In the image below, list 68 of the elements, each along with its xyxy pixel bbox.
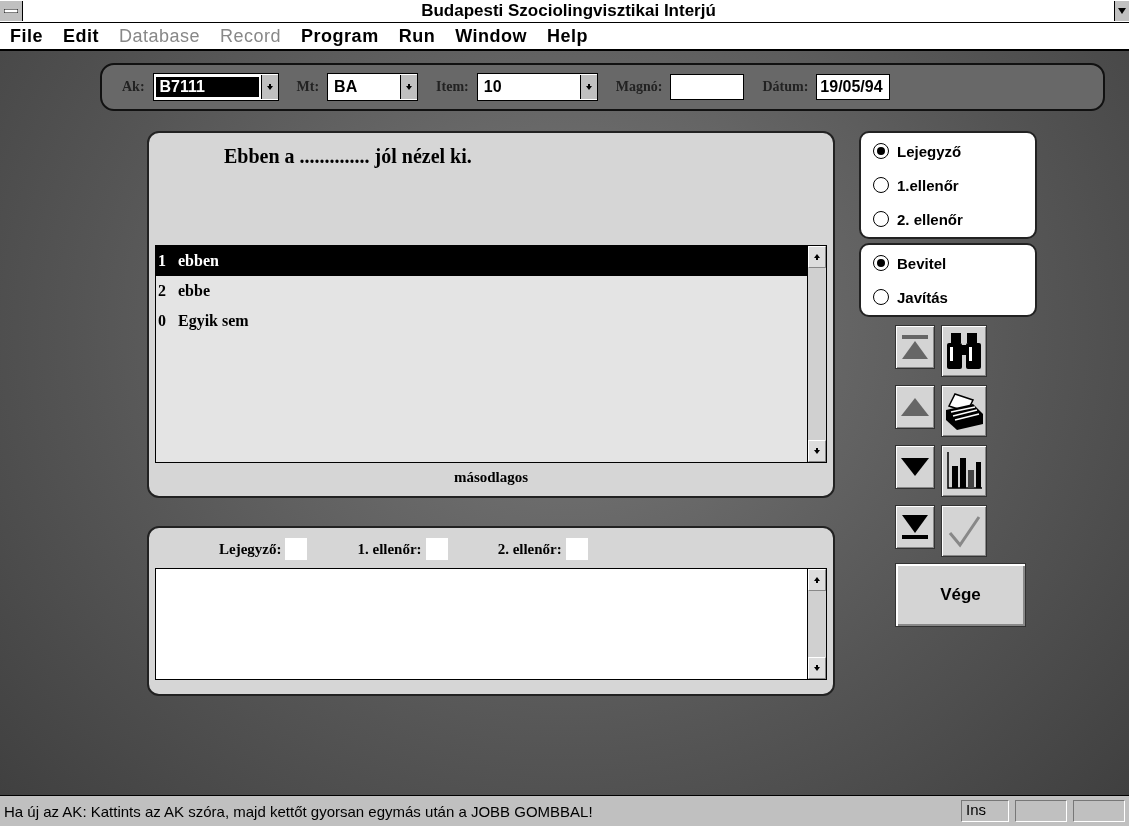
menu-item[interactable]: Window	[455, 25, 527, 47]
arrow-down-icon	[265, 83, 274, 91]
dropdown[interactable]: 10	[476, 73, 598, 101]
first-record-icon	[900, 333, 930, 361]
input-field[interactable]	[670, 74, 745, 100]
triangle-down-icon	[900, 457, 930, 477]
arrow-down-icon	[405, 83, 414, 91]
radio-option[interactable]: 1.ellenőr	[873, 173, 1023, 197]
menu-item[interactable]: File	[10, 25, 43, 47]
list-caption: másodlagos	[452, 468, 530, 487]
window-title: Budapesti Szociolingvisztikai Interjú	[420, 1, 717, 21]
status-panel	[1073, 800, 1125, 822]
triangle-down-icon	[1117, 7, 1127, 15]
scroll-up-button[interactable]	[808, 246, 826, 268]
question-text: Ebben a .............. jól nézel ki.	[223, 144, 473, 170]
notes-field[interactable]	[155, 568, 827, 680]
radio-option[interactable]: Javítás	[873, 285, 1023, 309]
field-label: Mt:	[296, 79, 320, 95]
menu-item[interactable]: Edit	[63, 25, 99, 47]
arrow-down-icon	[813, 664, 821, 672]
radio-option[interactable]: Lejegyző	[873, 139, 1023, 163]
arrow-up-icon	[813, 253, 821, 261]
reviewer-field[interactable]	[565, 538, 588, 560]
field-label: Dátum:	[762, 79, 809, 95]
tool-button[interactable]	[941, 325, 987, 377]
tool-button[interactable]	[895, 445, 935, 489]
system-menu-button[interactable]	[0, 1, 23, 21]
arrow-down-icon	[584, 83, 593, 91]
card-file-icon	[943, 390, 985, 432]
answer-item[interactable]: 1 ebben	[156, 246, 807, 276]
last-record-icon	[900, 513, 930, 541]
arrow-up-icon	[813, 576, 821, 584]
menu-item[interactable]: Program	[301, 25, 379, 47]
answer-item[interactable]: 2 ebbe	[156, 276, 807, 306]
radio-option[interactable]: Bevitel	[873, 251, 1023, 275]
status-panel	[1015, 800, 1067, 822]
field-label: Ak:	[122, 79, 145, 95]
field-label: Magnó:	[615, 79, 663, 95]
reviewer-field[interactable]	[285, 538, 308, 560]
arrow-down-icon	[813, 447, 821, 455]
tool-button[interactable]	[895, 505, 935, 549]
field-label: Item:	[436, 79, 469, 95]
bar-icon	[4, 9, 18, 13]
binoculars-icon	[945, 331, 983, 371]
scroll-down-button[interactable]	[808, 657, 826, 679]
bar-chart-icon	[944, 450, 984, 492]
triangle-up-icon	[900, 397, 930, 417]
dropdown[interactable]: BA	[327, 73, 419, 101]
minimize-button[interactable]	[1114, 1, 1129, 21]
menu-item[interactable]: Help	[546, 25, 588, 47]
end-button[interactable]: Vége	[895, 563, 1026, 627]
scroll-down-button[interactable]	[808, 440, 826, 462]
answer-item[interactable]: 0 Egyik sem	[156, 306, 807, 336]
status-message: Ha új az AK: Kattints az AK szóra, majd kettőt gyorsan egymás után a JOBB GOMBBAL!	[4, 802, 594, 820]
reviewer-label: 1. ellenőr:	[357, 540, 422, 558]
dropdown[interactable]: B7111	[152, 73, 279, 101]
reviewer-label: Lejegyző:	[219, 540, 282, 558]
menu-item[interactable]: Run	[398, 25, 436, 47]
tool-button[interactable]	[895, 325, 935, 369]
reviewer-label: 2. ellenőr:	[497, 540, 562, 558]
scroll-up-button[interactable]	[808, 569, 826, 591]
tool-button[interactable]	[941, 385, 987, 437]
tool-button[interactable]	[941, 445, 987, 497]
status-panel: Ins	[961, 800, 1009, 822]
tool-button[interactable]	[895, 385, 935, 429]
radio-option[interactable]: 2. ellenőr	[873, 207, 1023, 231]
reviewer-field[interactable]	[425, 538, 448, 560]
input-field[interactable]: 19/05/94	[816, 74, 891, 100]
